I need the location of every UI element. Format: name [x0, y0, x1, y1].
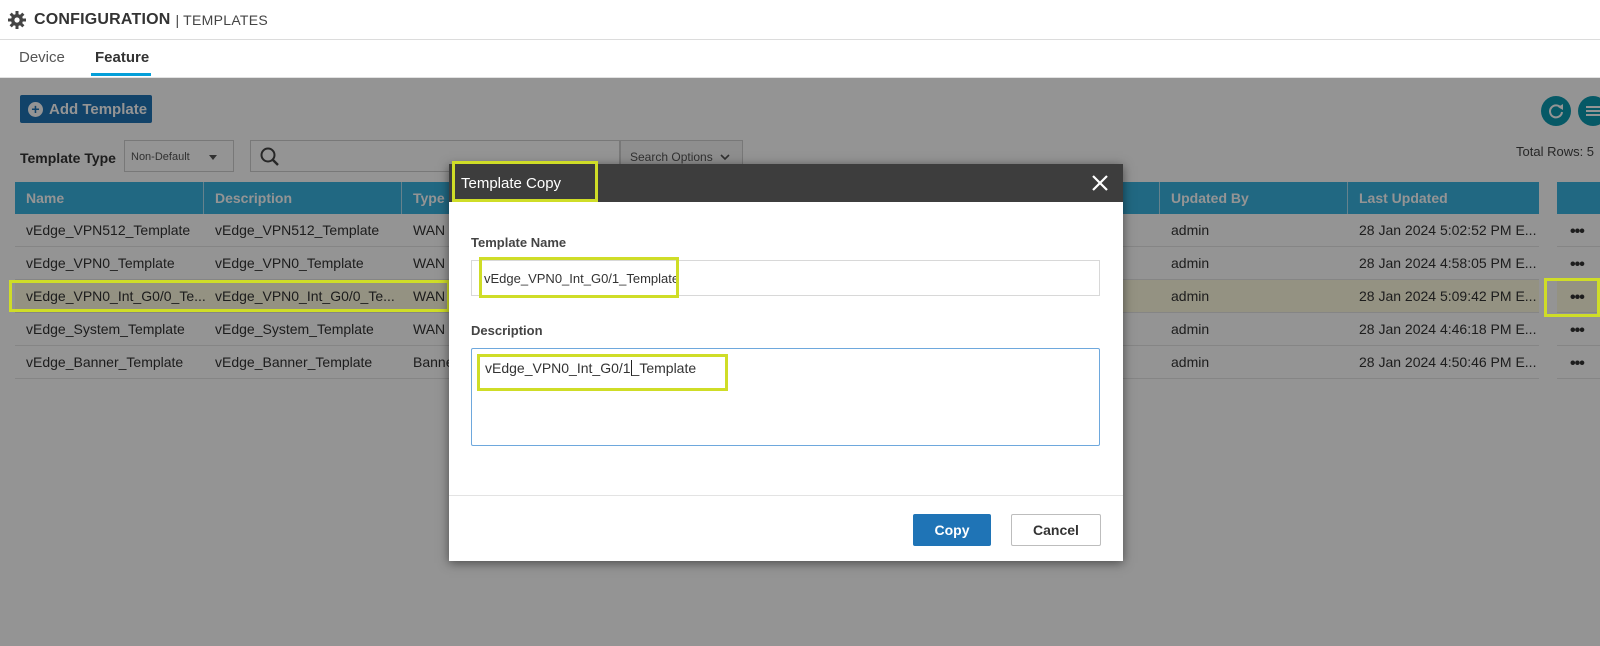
active-tab-indicator [91, 73, 151, 76]
highlight-selected-row [9, 280, 450, 312]
tab-feature[interactable]: Feature [95, 49, 149, 66]
copy-button[interactable]: Copy [913, 514, 991, 546]
highlight-more-actions [1544, 278, 1600, 317]
page-header: CONFIGURATION | TEMPLATES [0, 0, 1600, 40]
highlight-dialog-title [452, 161, 598, 202]
dialog-footer-divider [449, 495, 1123, 496]
highlight-template-name [479, 257, 679, 298]
page-title: CONFIGURATION [34, 10, 171, 28]
description-label: Description [471, 323, 543, 338]
tab-bar: Device Feature [0, 40, 1600, 78]
highlight-description [477, 354, 728, 391]
breadcrumb-subtitle: TEMPLATES [183, 11, 269, 28]
close-icon[interactable] [1089, 172, 1111, 194]
gear-icon [6, 9, 28, 31]
tab-device[interactable]: Device [19, 49, 65, 66]
cancel-button[interactable]: Cancel [1011, 514, 1101, 546]
template-name-label: Template Name [471, 235, 567, 250]
template-copy-dialog: Template Copy Template Name vEdge_VPN0_I… [449, 161, 1123, 561]
breadcrumb-separator: | [175, 11, 180, 28]
